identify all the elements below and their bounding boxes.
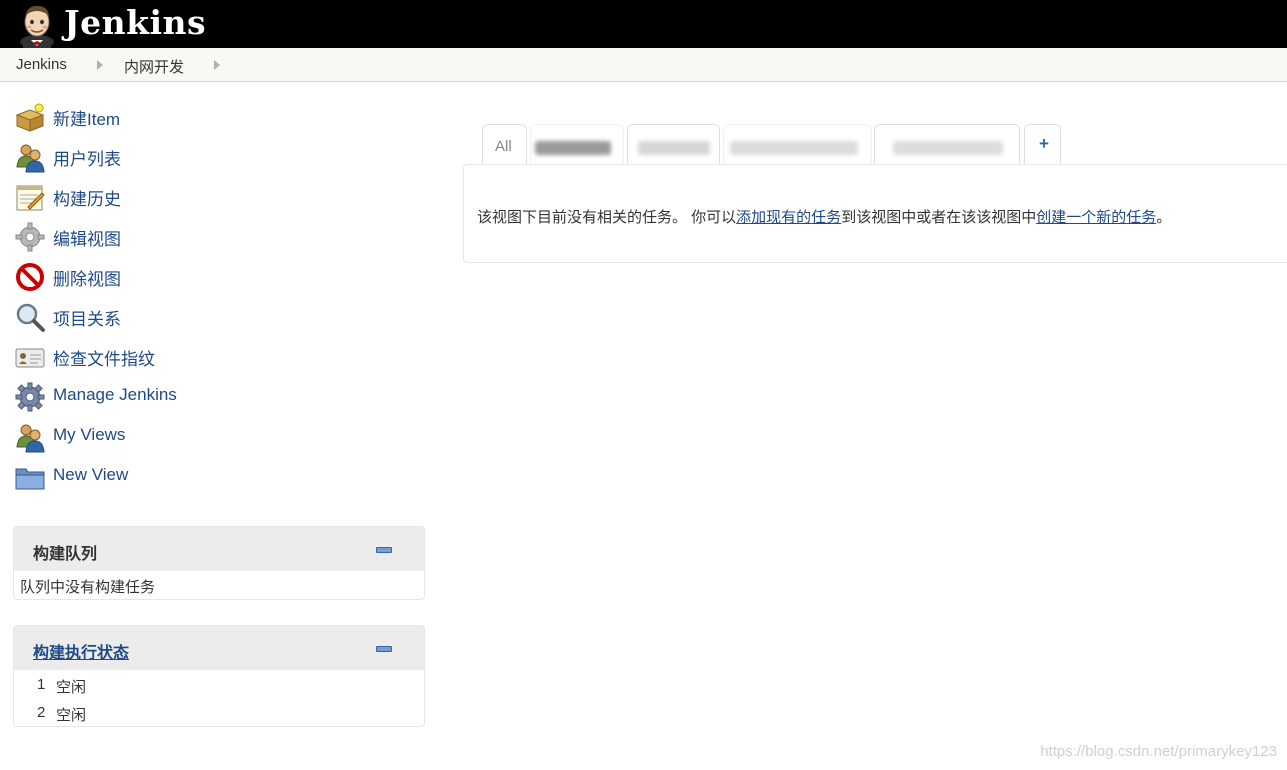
task-edit-view[interactable]: 编辑视图 [14,216,414,256]
tab-all[interactable]: All [482,124,527,165]
build-queue-body: 队列中没有构建任务 [14,571,424,597]
tab-redacted[interactable] [627,124,720,165]
message-suffix: 。 [1156,209,1172,226]
users-icon [16,424,45,453]
tab-redacted[interactable] [723,124,872,165]
breadcrumb-item-jenkins[interactable]: Jenkins [16,56,67,73]
breadcrumb-chevron-icon[interactable] [97,60,103,70]
task-new-item[interactable]: 新建Item [14,96,414,136]
executor-row: 2 空闲 [14,698,424,726]
task-label[interactable]: 检查文件指纹 [53,345,155,370]
create-new-job-link[interactable]: 创建一个新的任务 [1036,209,1156,226]
collapse-icon[interactable] [376,547,392,553]
executors-title-link[interactable]: 构建执行状态 [33,639,129,663]
task-delete-view[interactable]: 删除视图 [14,256,414,296]
view-content-box: 该视图下目前没有相关的任务。 你可以添加现有的任务到该视图中或者在该该视图中创建… [463,164,1287,263]
folder-icon [15,468,45,490]
task-label[interactable]: 新建Item [53,105,120,130]
breadcrumb: Jenkins 内网开发 [0,48,1287,82]
executor-row: 1 空闲 [14,670,424,698]
collapse-icon[interactable] [376,646,392,652]
task-label[interactable]: 删除视图 [53,265,121,290]
task-new-view[interactable]: New View [14,456,414,496]
notepad-icon [16,185,45,211]
build-queue-pane: 构建队列 队列中没有构建任务 [13,526,425,600]
task-label[interactable]: 构建历史 [53,185,121,210]
redacted-label [535,141,611,155]
build-queue-empty-text: 队列中没有构建任务 [20,579,156,596]
task-label[interactable]: 项目关系 [53,305,121,330]
task-fingerprint[interactable]: 检查文件指纹 [14,336,414,376]
add-view-tab[interactable]: + [1024,124,1061,165]
redacted-label [638,141,710,155]
executors-pane: 构建执行状态 1 空闲 2 空闲 [13,625,425,727]
tab-label[interactable]: All [495,138,512,155]
jenkins-logo-icon[interactable] [14,2,60,48]
redacted-label [893,141,1003,155]
gear-icon [15,382,45,412]
users-icon [16,144,45,173]
build-queue-header: 构建队列 [14,527,424,571]
magnifier-icon [16,303,45,332]
executors-body: 1 空闲 2 空闲 [14,670,424,726]
add-existing-job-link[interactable]: 添加现有的任务 [736,209,841,226]
top-header: Jenkins [0,0,1287,48]
task-label[interactable]: My Views [53,425,125,445]
executor-number: 1 [37,676,46,693]
executor-status: 空闲 [56,679,87,696]
task-users[interactable]: 用户列表 [14,136,414,176]
redacted-label [730,141,858,155]
empty-view-message: 该视图下目前没有相关的任务。 你可以添加现有的任务到该视图中或者在该该视图中创建… [477,206,1171,227]
breadcrumb-chevron-icon[interactable] [214,60,220,70]
task-label[interactable]: 编辑视图 [53,225,121,250]
message-middle: 到该视图中或者在该该视图中 [841,209,1037,226]
task-label[interactable]: Manage Jenkins [53,385,177,405]
watermark: https://blog.csdn.net/primarykey123 [1040,743,1277,760]
plus-icon[interactable]: + [1039,134,1049,154]
task-my-views[interactable]: My Views [14,416,414,456]
gear-icon [15,222,45,252]
no-entry-icon [16,263,44,291]
executors-header: 构建执行状态 [14,626,424,670]
tab-redacted[interactable] [874,124,1020,165]
executor-number: 2 [37,704,46,721]
executor-status: 空闲 [56,707,87,724]
task-label[interactable]: New View [53,465,128,485]
task-label[interactable]: 用户列表 [53,145,121,170]
breadcrumb-item-view[interactable]: 内网开发 [124,56,184,77]
message-prefix: 该视图下目前没有相关的任务。 你可以 [477,209,737,226]
build-queue-title: 构建队列 [33,546,98,563]
tab-redacted[interactable] [530,124,624,165]
fingerprint-card-icon [15,348,45,368]
task-build-history[interactable]: 构建历史 [14,176,414,216]
task-manage-jenkins[interactable]: Manage Jenkins [14,376,414,416]
task-project-relation[interactable]: 项目关系 [14,296,414,336]
brand-title[interactable]: Jenkins [64,3,206,42]
new-item-icon [15,103,45,132]
